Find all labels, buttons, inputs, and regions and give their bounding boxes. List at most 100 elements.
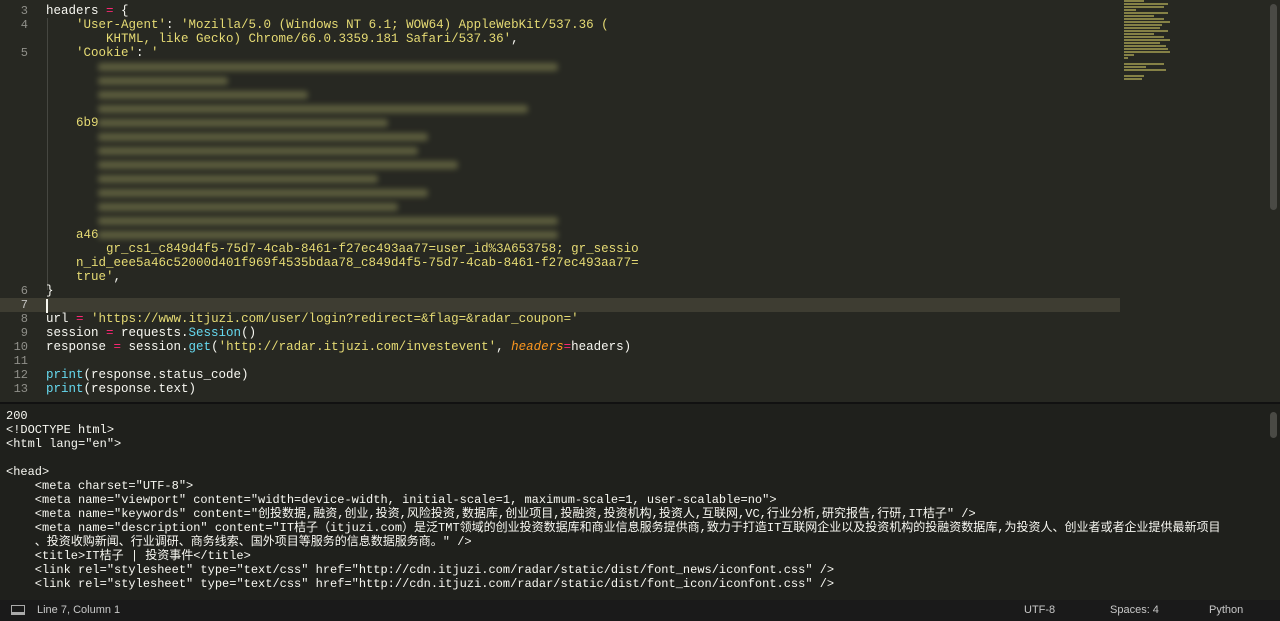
minimap-line: [1124, 36, 1164, 38]
code-text: headers = {: [46, 4, 129, 18]
code-token: 'https://www.itjuzi.com/user/login?redir…: [91, 312, 579, 326]
redacted-cookie-text: [98, 231, 558, 239]
code-text: print(response.status_code): [46, 368, 249, 382]
minimap-line: [1124, 30, 1168, 32]
minimap-line: [1124, 78, 1142, 80]
code-line: KHTML, like Gecko) Chrome/66.0.3359.181 …: [0, 32, 1120, 46]
minimap-line: [1124, 0, 1144, 2]
output-line: 200: [6, 409, 28, 423]
redacted-cookie-text: [98, 91, 308, 99]
redacted-cookie-text: [98, 147, 418, 155]
minimap-line: [1124, 51, 1170, 53]
code-token: (response.status_code): [84, 368, 249, 382]
output-line: <title>IT桔子 | 投资事件</title>: [6, 549, 251, 563]
redacted-cookie-text: [98, 203, 398, 211]
editor-scrollbar[interactable]: [1270, 4, 1277, 210]
code-line: [0, 200, 1120, 214]
output-line: <meta charset="UTF-8">: [6, 479, 193, 493]
code-line: [0, 74, 1120, 88]
code-text: print(response.text): [46, 382, 196, 396]
code-text: 'Cookie': ': [46, 46, 159, 60]
output-line: <link rel="stylesheet" type="text/css" h…: [6, 577, 834, 591]
syntax-selector[interactable]: Python: [1209, 600, 1243, 621]
minimap-line: [1124, 24, 1162, 26]
redacted-cookie-text: [98, 63, 558, 71]
code-token: (: [211, 340, 219, 354]
output-line: <meta name="keywords" content="创投数据,融资,创…: [6, 507, 976, 521]
minimap-line: [1124, 75, 1144, 77]
code-token: n_id_eee5a46c52000d401f969f4535bdaa78_c8…: [46, 256, 639, 270]
line-number: 11: [0, 354, 28, 368]
minimap-line: [1124, 54, 1134, 56]
code-token: 6b9: [46, 116, 99, 130]
code-line: 11: [0, 354, 1120, 368]
output-line: <head>: [6, 465, 49, 479]
code-text: 'User-Agent': 'Mozilla/5.0 (Windows NT 6…: [46, 18, 609, 32]
indentation-selector[interactable]: Spaces: 4: [1110, 600, 1159, 621]
line-number: 8: [0, 312, 28, 326]
code-line: [0, 186, 1120, 200]
encoding-selector[interactable]: UTF-8: [1024, 600, 1055, 621]
code-line: 12 print(response.status_code): [0, 368, 1120, 382]
minimap-line: [1124, 15, 1154, 17]
code-line: [0, 130, 1120, 144]
output-scrollbar[interactable]: [1270, 412, 1277, 438]
code-line: 6b9: [0, 116, 1120, 130]
code-token: ': [151, 46, 159, 60]
code-line: 5 'Cookie': ': [0, 46, 1120, 60]
minimap-line: [1124, 69, 1166, 71]
redacted-cookie-text: [98, 217, 558, 225]
output-line: <meta name="description" content="IT桔子（i…: [6, 521, 1220, 535]
code-token: 'Mozilla/5.0 (Windows NT 6.1; WOW64) App…: [181, 18, 609, 32]
code-token: true': [46, 270, 114, 284]
code-line: 4 'User-Agent': 'Mozilla/5.0 (Windows NT…: [0, 18, 1120, 32]
code-token: [84, 312, 92, 326]
code-line: 8 url = 'https://www.itjuzi.com/user/logi…: [0, 312, 1120, 326]
redacted-cookie-text: [98, 189, 428, 197]
panel-toggle-icon[interactable]: [11, 605, 25, 615]
code-editor[interactable]: 3 headers = {4 'User-Agent': 'Mozilla/5.0…: [0, 0, 1280, 402]
code-token: headers: [46, 4, 106, 18]
minimap-line: [1124, 6, 1164, 8]
code-token: {: [114, 4, 129, 18]
code-line: [0, 214, 1120, 228]
output-panel[interactable]: 200<!DOCTYPE html><html lang="en"><head>…: [0, 402, 1280, 600]
minimap-line: [1124, 39, 1170, 41]
code-text: n_id_eee5a46c52000d401f969f4535bdaa78_c8…: [46, 256, 639, 270]
code-text: gr_cs1_c849d4f5-75d7-4cab-8461-f27ec493a…: [46, 242, 639, 256]
code-token: }: [46, 284, 54, 298]
code-line: [0, 60, 1120, 74]
minimap-line: [1124, 42, 1160, 44]
code-token: 'http://radar.itjuzi.com/investevent': [219, 340, 497, 354]
code-text: true',: [46, 270, 121, 284]
code-token: [46, 18, 76, 32]
code-text: response = session.get('http://radar.itj…: [46, 340, 631, 354]
code-line: [0, 88, 1120, 102]
code-token: session.: [121, 340, 189, 354]
code-token: =: [106, 326, 114, 340]
line-number: 7: [0, 298, 28, 312]
minimap-line: [1124, 27, 1160, 29]
output-line: 、投资收购新闻、行业调研、商务线索、国外项目等服务的信息数据服务商。" />: [6, 535, 472, 549]
code-token: url: [46, 312, 76, 326]
code-text: session = requests.Session(): [46, 326, 256, 340]
line-number: 6: [0, 284, 28, 298]
status-bar: Line 7, Column 1 UTF-8 Spaces: 4 Python: [0, 600, 1280, 621]
code-token: :: [136, 46, 151, 60]
code-token: ,: [496, 340, 511, 354]
code-token: headers): [571, 340, 631, 354]
text-cursor: [46, 299, 48, 313]
code-line: [0, 158, 1120, 172]
line-number: 12: [0, 368, 28, 382]
code-token: ,: [511, 32, 519, 46]
minimap[interactable]: [1124, 0, 1172, 58]
code-token: session: [46, 326, 106, 340]
code-token: requests.: [114, 326, 189, 340]
code-line: [0, 102, 1120, 116]
line-number: 3: [0, 4, 28, 18]
code-token: [46, 46, 76, 60]
redacted-cookie-text: [98, 161, 458, 169]
code-line: true',: [0, 270, 1120, 284]
minimap-line: [1124, 66, 1146, 68]
code-text: url = 'https://www.itjuzi.com/user/login…: [46, 312, 579, 326]
